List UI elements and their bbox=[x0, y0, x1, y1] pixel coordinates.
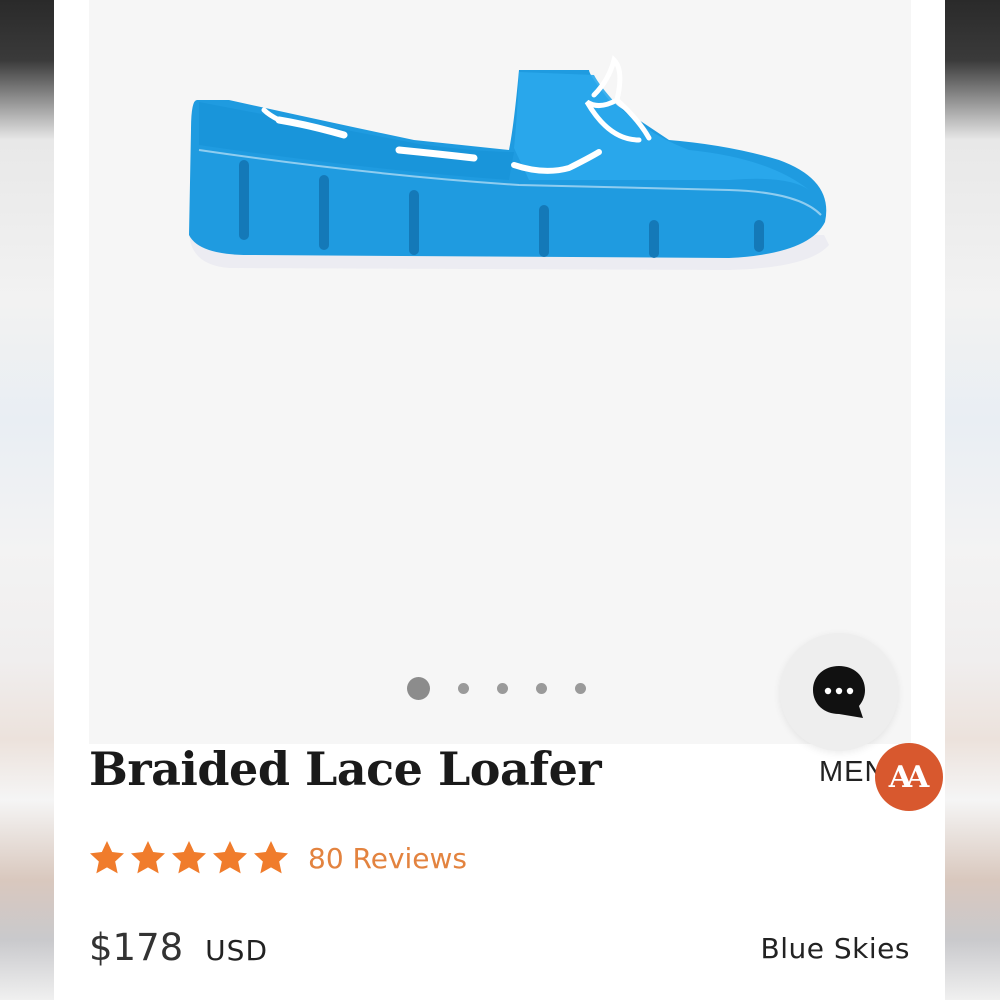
gallery-dot-5[interactable] bbox=[575, 682, 586, 694]
accessibility-badge[interactable]: AA bbox=[875, 743, 943, 811]
product-title: Braided Lace Loafer bbox=[89, 742, 602, 796]
product-image-gallery[interactable] bbox=[89, 0, 911, 744]
star-icon bbox=[213, 841, 247, 874]
chat-button[interactable] bbox=[780, 633, 898, 751]
gallery-dot-2[interactable] bbox=[458, 682, 469, 694]
product-rating: 80 Reviews bbox=[87, 838, 467, 878]
gallery-dot-1[interactable] bbox=[407, 676, 430, 700]
reviews-link[interactable]: 80 Reviews bbox=[308, 842, 467, 875]
gallery-dot-4[interactable] bbox=[536, 682, 547, 694]
product-image-loafer bbox=[189, 55, 829, 270]
product-price: $178 bbox=[89, 926, 184, 969]
selected-color-name: Blue Skies bbox=[760, 932, 910, 965]
product-page: Braided Lace Loafer MENU AA 80 Reviews $… bbox=[54, 0, 945, 1000]
left-blurred-margin bbox=[0, 0, 54, 1000]
right-blurred-margin bbox=[945, 0, 1000, 1000]
star-icon bbox=[90, 841, 124, 874]
star-icon bbox=[254, 841, 288, 874]
rating-stars bbox=[87, 838, 292, 878]
gallery-dot-3[interactable] bbox=[497, 682, 508, 694]
chat-bubble-ellipsis-icon bbox=[813, 666, 865, 718]
star-icon bbox=[172, 841, 206, 874]
star-icon bbox=[131, 841, 165, 874]
price-currency: USD bbox=[205, 934, 268, 967]
price-row: $178 USD bbox=[89, 926, 268, 969]
gallery-pagination bbox=[407, 675, 586, 701]
